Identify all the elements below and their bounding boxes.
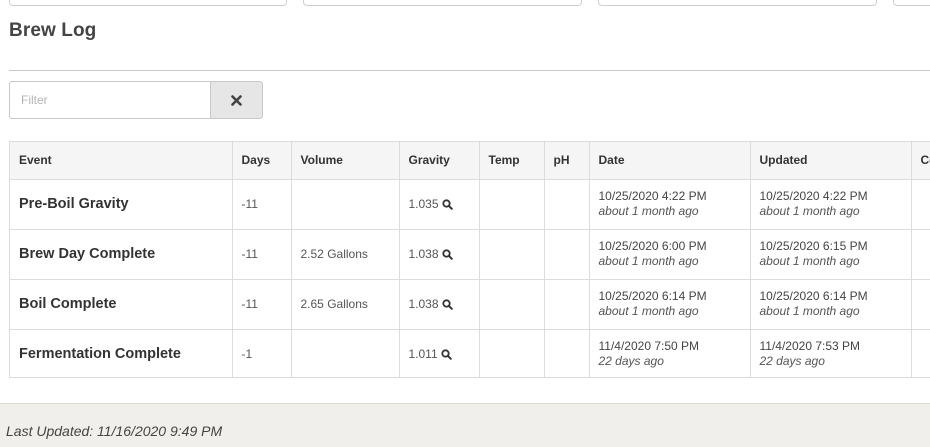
column-header-gravity[interactable]: Gravity bbox=[399, 142, 480, 180]
temp-cell bbox=[479, 279, 545, 330]
table-row[interactable]: Boil Complete -11 2.65 Gallons 1.038 10/… bbox=[10, 279, 930, 330]
column-header-temp[interactable]: Temp bbox=[479, 142, 545, 180]
table-header-row: Event Days Volume Gravity Temp pH Date U… bbox=[10, 142, 930, 180]
search-icon[interactable] bbox=[441, 298, 453, 310]
temp-cell bbox=[479, 179, 545, 230]
date-value: 10/25/2020 4:22 PM bbox=[598, 189, 707, 203]
close-icon bbox=[231, 94, 242, 106]
gravity-value: 1.035 bbox=[408, 197, 439, 211]
clear-filter-button[interactable] bbox=[210, 81, 263, 119]
last-updated-text: Last Updated: 11/16/2020 9:49 PM bbox=[6, 423, 223, 439]
top-cards-strip bbox=[0, 0, 930, 8]
updated-relative: 22 days ago bbox=[759, 354, 825, 369]
comments-cell bbox=[911, 329, 930, 377]
gravity-cell: 1.011 bbox=[399, 329, 480, 377]
days-cell: -11 bbox=[232, 279, 292, 330]
table-row[interactable]: Brew Day Complete -11 2.52 Gallons 1.038… bbox=[10, 229, 930, 280]
gravity-cell: 1.038 bbox=[399, 229, 480, 280]
ph-cell bbox=[544, 329, 590, 377]
updated-cell: 10/25/2020 6:14 PM about 1 month ago bbox=[750, 279, 912, 330]
volume-cell: 2.52 Gallons bbox=[291, 229, 400, 280]
date-cell: 10/25/2020 4:22 PM about 1 month ago bbox=[589, 179, 751, 230]
gravity-value: 1.011 bbox=[408, 347, 438, 362]
updated-value: 10/25/2020 6:14 PM bbox=[759, 289, 868, 303]
column-header-days[interactable]: Days bbox=[232, 142, 292, 180]
date-cell: 11/4/2020 7:50 PM 22 days ago bbox=[589, 329, 751, 377]
comments-cell bbox=[911, 229, 930, 280]
updated-value: 11/4/2020 7:53 PM bbox=[759, 339, 861, 354]
temp-cell bbox=[479, 229, 545, 280]
ph-cell bbox=[544, 229, 590, 280]
gravity-cell: 1.035 bbox=[399, 179, 480, 230]
column-header-event[interactable]: Event bbox=[10, 142, 233, 180]
page-footer: Last Updated: 11/16/2020 9:49 PM bbox=[0, 403, 930, 447]
days-cell: -1 bbox=[232, 329, 292, 377]
date-value: 11/4/2020 7:50 PM bbox=[598, 339, 700, 354]
event-cell: Pre-Boil Gravity bbox=[10, 179, 233, 230]
updated-value: 10/25/2020 6:15 PM bbox=[759, 239, 868, 253]
days-cell: -11 bbox=[232, 179, 292, 230]
column-header-volume[interactable]: Volume bbox=[291, 142, 400, 180]
days-cell: -11 bbox=[232, 229, 292, 280]
ph-cell bbox=[544, 279, 590, 330]
event-cell: Brew Day Complete bbox=[10, 229, 233, 280]
comments-cell bbox=[911, 279, 930, 330]
gravity-cell: 1.038 bbox=[399, 279, 480, 330]
date-cell: 10/25/2020 6:00 PM about 1 month ago bbox=[589, 229, 751, 280]
title-divider bbox=[9, 70, 930, 71]
filter-input[interactable] bbox=[9, 81, 210, 119]
summary-card bbox=[9, 0, 287, 6]
date-value: 10/25/2020 6:14 PM bbox=[598, 289, 707, 303]
comments-cell bbox=[911, 179, 930, 230]
date-relative: about 1 month ago bbox=[598, 204, 699, 218]
updated-value: 10/25/2020 4:22 PM bbox=[759, 189, 868, 203]
ph-cell bbox=[544, 179, 590, 230]
filter-group bbox=[9, 81, 263, 119]
date-relative: 22 days ago bbox=[598, 354, 664, 369]
volume-cell bbox=[291, 179, 400, 230]
temp-cell bbox=[479, 329, 545, 377]
updated-relative: about 1 month ago bbox=[759, 254, 860, 268]
volume-cell bbox=[291, 329, 400, 377]
event-cell: Fermentation Complete bbox=[10, 329, 233, 377]
updated-cell: 10/25/2020 4:22 PM about 1 month ago bbox=[750, 179, 912, 230]
date-cell: 10/25/2020 6:14 PM about 1 month ago bbox=[589, 279, 751, 330]
search-icon[interactable] bbox=[441, 248, 453, 260]
summary-card bbox=[303, 0, 582, 6]
column-header-ph[interactable]: pH bbox=[544, 142, 590, 180]
search-icon[interactable] bbox=[441, 198, 453, 210]
date-relative: about 1 month ago bbox=[598, 304, 699, 318]
updated-relative: about 1 month ago bbox=[759, 204, 860, 218]
column-header-updated[interactable]: Updated bbox=[750, 142, 912, 180]
table-row[interactable]: Pre-Boil Gravity -11 1.035 10/25/2020 4:… bbox=[10, 179, 930, 230]
summary-card bbox=[598, 0, 877, 6]
page-title: Brew Log bbox=[9, 20, 97, 41]
gravity-value: 1.038 bbox=[408, 247, 439, 261]
updated-relative: about 1 month ago bbox=[759, 304, 860, 318]
column-header-comments[interactable]: Co bbox=[911, 142, 930, 180]
event-cell: Boil Complete bbox=[10, 279, 233, 330]
updated-cell: 11/4/2020 7:53 PM 22 days ago bbox=[750, 329, 912, 377]
search-icon[interactable] bbox=[441, 349, 452, 360]
column-header-date[interactable]: Date bbox=[589, 142, 751, 180]
date-relative: about 1 month ago bbox=[598, 254, 699, 268]
brew-log-table: Event Days Volume Gravity Temp pH Date U… bbox=[9, 141, 930, 378]
summary-card bbox=[893, 0, 930, 6]
date-value: 10/25/2020 6:00 PM bbox=[598, 239, 707, 253]
gravity-value: 1.038 bbox=[408, 297, 439, 311]
volume-cell: 2.65 Gallons bbox=[291, 279, 400, 330]
table-row[interactable]: Fermentation Complete -1 1.011 11/4/2020… bbox=[10, 329, 930, 377]
updated-cell: 10/25/2020 6:15 PM about 1 month ago bbox=[750, 229, 912, 280]
